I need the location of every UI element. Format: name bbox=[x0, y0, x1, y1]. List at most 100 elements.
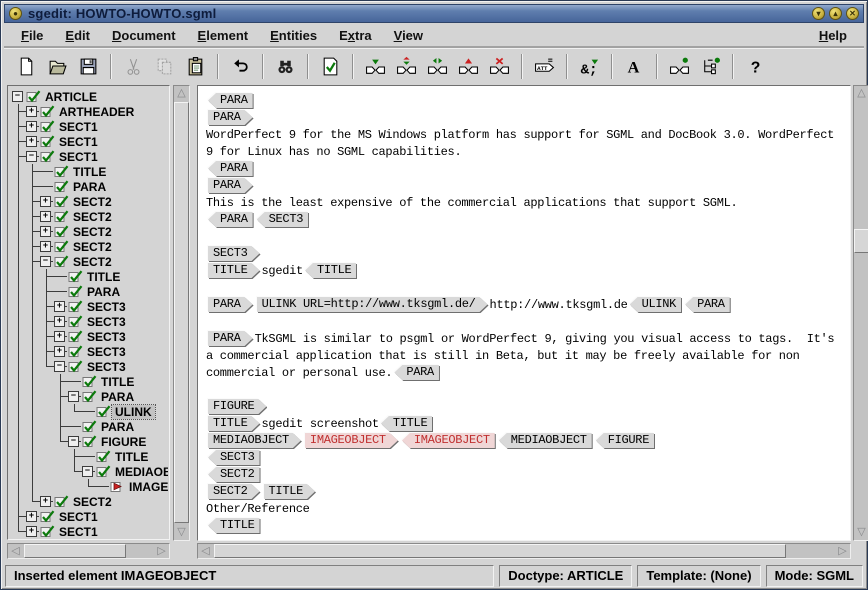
validate-button[interactable] bbox=[315, 53, 346, 81]
scrollbar-trough[interactable] bbox=[174, 101, 189, 525]
tree-item-sect2[interactable]: −SECT2 bbox=[11, 254, 168, 269]
sgml-tag-open-para[interactable]: PARA bbox=[208, 331, 253, 346]
paste-button[interactable] bbox=[180, 53, 211, 81]
text-button[interactable]: A bbox=[619, 53, 650, 81]
menu-item-view[interactable]: View bbox=[383, 26, 434, 45]
scrollbar-trough[interactable] bbox=[23, 544, 154, 558]
close-button[interactable]: ✕ bbox=[846, 7, 859, 20]
sgml-tag-close-para[interactable]: PARA bbox=[394, 365, 439, 380]
sgml-tag-close-title[interactable]: TITLE bbox=[381, 416, 433, 431]
scroll-right-icon[interactable]: ▷ bbox=[154, 544, 169, 558]
new-button[interactable] bbox=[11, 53, 42, 81]
collapse-icon[interactable]: − bbox=[68, 391, 79, 402]
titlebar[interactable]: ● sgedit: HOWTO-HOWTO.sgml ▾ ▴ ✕ bbox=[4, 4, 864, 23]
tree-horizontal-scrollbar[interactable]: ◁ ▷ bbox=[7, 543, 170, 559]
sgml-tag-close-mediaobject[interactable]: MEDIAOBJECT bbox=[499, 433, 592, 448]
tree-item-sect1[interactable]: +SECT1 bbox=[11, 134, 168, 149]
expand-icon[interactable]: + bbox=[26, 511, 37, 522]
sgml-tag-close-para[interactable]: PARA bbox=[208, 212, 253, 227]
tree-view-button[interactable] bbox=[695, 53, 726, 81]
tree-item-artheader[interactable]: +ARTHEADER bbox=[11, 104, 168, 119]
sgml-tag-open-imageobject[interactable]: IMAGEOBJECT bbox=[305, 433, 398, 448]
raise-element-button[interactable] bbox=[453, 53, 484, 81]
tree-item-para[interactable]: PARA bbox=[11, 419, 168, 434]
sgml-editor[interactable]: PARAPARAWordPerfect 9 for the MS Windows… bbox=[199, 87, 849, 539]
insert-entity-button[interactable]: &; bbox=[574, 53, 605, 81]
tree-item-para[interactable]: PARA bbox=[11, 179, 168, 194]
sgml-tag-close-ulink[interactable]: ULINK bbox=[630, 297, 682, 312]
copy-button[interactable] bbox=[149, 53, 180, 81]
delete-element-button[interactable] bbox=[484, 53, 515, 81]
sgml-tag-close-imageobject[interactable]: IMAGEOBJECT bbox=[402, 433, 495, 448]
attributes-button[interactable]: ATT bbox=[529, 53, 560, 81]
collapse-icon[interactable]: − bbox=[12, 91, 23, 102]
expand-icon[interactable]: + bbox=[54, 331, 65, 342]
tree-item-sect2[interactable]: +SECT2 bbox=[11, 239, 168, 254]
expand-icon[interactable]: + bbox=[54, 346, 65, 357]
sgml-tag-close-para[interactable]: PARA bbox=[685, 297, 730, 312]
tree-item-sect3[interactable]: +SECT3 bbox=[11, 299, 168, 314]
replace-element-button[interactable] bbox=[391, 53, 422, 81]
editor-horizontal-scrollbar[interactable]: ◁ ▷ bbox=[197, 543, 851, 559]
sgml-tag-open-mediaobject[interactable]: MEDIAOBJECT bbox=[208, 433, 301, 448]
tree-item-title[interactable]: TITLE bbox=[11, 449, 168, 464]
sgml-tag-open-sect2[interactable]: SECT2 bbox=[208, 484, 260, 499]
expand-icon[interactable]: + bbox=[26, 526, 37, 537]
tree-item-article[interactable]: −ARTICLE bbox=[11, 89, 168, 104]
scroll-down-icon[interactable]: ▽ bbox=[854, 525, 868, 540]
sgml-tag-open-para[interactable]: PARA bbox=[208, 297, 253, 312]
expand-icon[interactable]: + bbox=[26, 106, 37, 117]
element-mark-button[interactable] bbox=[664, 53, 695, 81]
sgml-tag-open-para[interactable]: PARA bbox=[208, 110, 253, 125]
sgml-tag-close-title[interactable]: TITLE bbox=[305, 263, 357, 278]
tree-item-figure[interactable]: −FIGURE bbox=[11, 434, 168, 449]
window-menu-icon[interactable]: ● bbox=[9, 7, 22, 20]
tree-item-title[interactable]: TITLE bbox=[11, 164, 168, 179]
expand-icon[interactable]: + bbox=[54, 316, 65, 327]
minimize-button[interactable]: ▾ bbox=[812, 7, 825, 20]
expand-icon[interactable]: + bbox=[26, 136, 37, 147]
tree-item-sect2[interactable]: +SECT2 bbox=[11, 494, 168, 509]
scroll-up-icon[interactable]: △ bbox=[174, 86, 189, 101]
tree-item-sect3[interactable]: +SECT3 bbox=[11, 329, 168, 344]
scrollbar-thumb[interactable] bbox=[24, 544, 126, 558]
collapse-icon[interactable]: − bbox=[82, 466, 93, 477]
expand-icon[interactable]: + bbox=[54, 301, 65, 312]
move-element-button[interactable] bbox=[422, 53, 453, 81]
scrollbar-trough[interactable] bbox=[213, 544, 835, 558]
sgml-tag-open-title[interactable]: TITLE bbox=[208, 416, 260, 431]
collapse-icon[interactable]: − bbox=[40, 256, 51, 267]
sgml-tag-open-ulink[interactable]: ULINK URL=http://www.tksgml.de/ bbox=[257, 297, 488, 312]
sgml-tag-open-title[interactable]: TITLE bbox=[264, 484, 316, 499]
tree-item-sect1[interactable]: +SECT1 bbox=[11, 119, 168, 134]
sgml-tag-open-figure[interactable]: FIGURE bbox=[208, 399, 266, 414]
expand-icon[interactable]: + bbox=[40, 241, 51, 252]
tree-item-sect2[interactable]: +SECT2 bbox=[11, 224, 168, 239]
help-button[interactable]: ? bbox=[740, 53, 771, 81]
sgml-tag-close-sect3[interactable]: SECT3 bbox=[257, 212, 309, 227]
sgml-tag-close-figure[interactable]: FIGURE bbox=[596, 433, 654, 448]
scrollbar-thumb[interactable] bbox=[214, 544, 786, 558]
tree-item-sect3[interactable]: +SECT3 bbox=[11, 344, 168, 359]
sgml-tag-close-sect3[interactable]: SECT3 bbox=[208, 450, 260, 465]
expand-icon[interactable]: + bbox=[40, 496, 51, 507]
tree-item-sect2[interactable]: +SECT2 bbox=[11, 209, 168, 224]
expand-icon[interactable]: + bbox=[40, 196, 51, 207]
menu-item-entities[interactable]: Entities bbox=[259, 26, 328, 45]
maximize-button[interactable]: ▴ bbox=[829, 7, 842, 20]
save-button[interactable] bbox=[73, 53, 104, 81]
menu-item-element[interactable]: Element bbox=[187, 26, 260, 45]
tree-vertical-scrollbar[interactable]: △ ▽ bbox=[173, 85, 190, 541]
tree-item-sect2[interactable]: +SECT2 bbox=[11, 194, 168, 209]
menu-item-extra[interactable]: Extra bbox=[328, 26, 383, 45]
sgml-tag-close-sect2[interactable]: SECT2 bbox=[208, 467, 260, 482]
scrollbar-thumb[interactable] bbox=[174, 102, 189, 523]
sgml-tag-close-title[interactable]: TITLE bbox=[208, 518, 260, 533]
tree-item-ulink[interactable]: ULINK bbox=[11, 404, 168, 419]
sgml-tag-open-title[interactable]: TITLE bbox=[208, 263, 260, 278]
menu-item-edit[interactable]: Edit bbox=[54, 26, 101, 45]
collapse-icon[interactable]: − bbox=[26, 151, 37, 162]
menu-item-document[interactable]: Document bbox=[101, 26, 187, 45]
tree-item-title[interactable]: TITLE bbox=[11, 374, 168, 389]
scroll-left-icon[interactable]: ◁ bbox=[198, 544, 213, 558]
